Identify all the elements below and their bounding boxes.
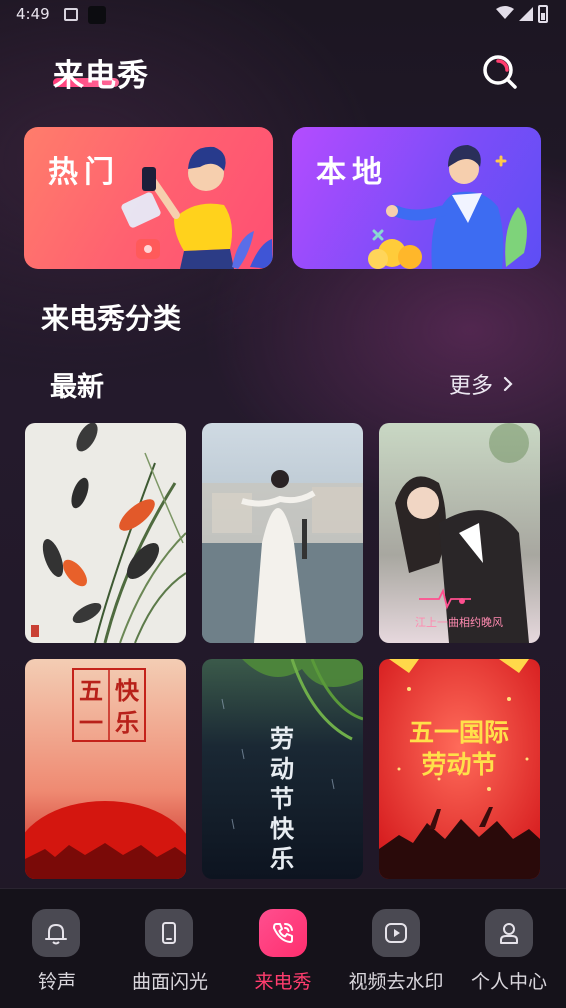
nav-item-edge-flash[interactable]: 曲面闪光 [113, 889, 226, 1008]
local-card-label: 本地 [316, 155, 388, 190]
labor-text-4: 快 [270, 814, 295, 843]
labor-day-vertical-text: 劳 动 节 快 乐 [270, 724, 295, 873]
wifi-icon [496, 6, 514, 19]
chevron-right-icon [503, 376, 513, 392]
bell-icon [32, 909, 80, 957]
labor-red-title-1: 五一国际 [409, 718, 509, 747]
notification-icon [64, 8, 78, 21]
status-time: 4:49 [16, 5, 50, 23]
category-section-title: 来电秀分类 [41, 302, 182, 335]
local-card[interactable]: 本地 [292, 127, 541, 269]
labor-text-1: 劳 [270, 724, 294, 753]
thumbnail-text-yi: 一 [79, 708, 103, 737]
page-title: 来电秀 [53, 50, 149, 95]
nav-item-profile[interactable]: 个人中心 [452, 889, 565, 1008]
labor-text-2: 动 [270, 754, 294, 783]
more-link[interactable]: 更多 [449, 368, 513, 400]
signal-icon [519, 7, 533, 21]
labor-text-5: 乐 [270, 844, 294, 873]
hot-card[interactable]: 热门 [24, 127, 273, 269]
thumbnail-labor-day-dark[interactable]: 劳 动 节 快 乐 [202, 659, 363, 879]
thumbnail-text-le: 乐 [115, 708, 139, 737]
phone-icon [145, 909, 193, 957]
labor-text-3: 节 [270, 784, 294, 813]
thumbnail-text-wu: 五 [79, 676, 103, 705]
thumbnail-girl[interactable]: 江上一曲相约晚风 [379, 423, 540, 643]
status-bar: 4:49 [0, 0, 566, 30]
more-link-label: 更多 [449, 374, 494, 399]
play-icon [372, 909, 420, 957]
thumbnail-dancer[interactable] [202, 423, 363, 643]
bottom-nav: 铃声 曲面闪光 来电秀 视频去水印 个人中心 [0, 888, 566, 1008]
hot-card-label: 热门 [48, 155, 120, 190]
nav-label-profile: 个人中心 [470, 971, 547, 993]
app-notification-icon [88, 6, 106, 24]
thumbnail-may-day-red[interactable]: 五 一 快 乐 [25, 659, 186, 879]
thumbnail-text-kuai: 快 [115, 676, 140, 705]
labor-red-title-2: 劳动节 [421, 750, 496, 779]
nav-item-call-show[interactable]: 来电秀 [226, 889, 339, 1008]
search-icon[interactable] [481, 53, 519, 91]
thumbnail-koi[interactable] [25, 423, 186, 643]
user-icon [485, 909, 533, 957]
nav-item-remove-watermark[interactable]: 视频去水印 [339, 889, 452, 1008]
thumbnail-labor-day-red[interactable]: 五一国际 劳动节 [379, 659, 540, 879]
latest-section-title: 最新 [50, 372, 104, 403]
nav-item-ringtone[interactable]: 铃声 [0, 889, 113, 1008]
page-title-text: 来电秀 [53, 58, 149, 94]
phone-call-icon [259, 909, 307, 957]
thumbnail-girl-caption: 江上一曲相约晚风 [415, 616, 503, 629]
battery-icon [538, 5, 548, 23]
